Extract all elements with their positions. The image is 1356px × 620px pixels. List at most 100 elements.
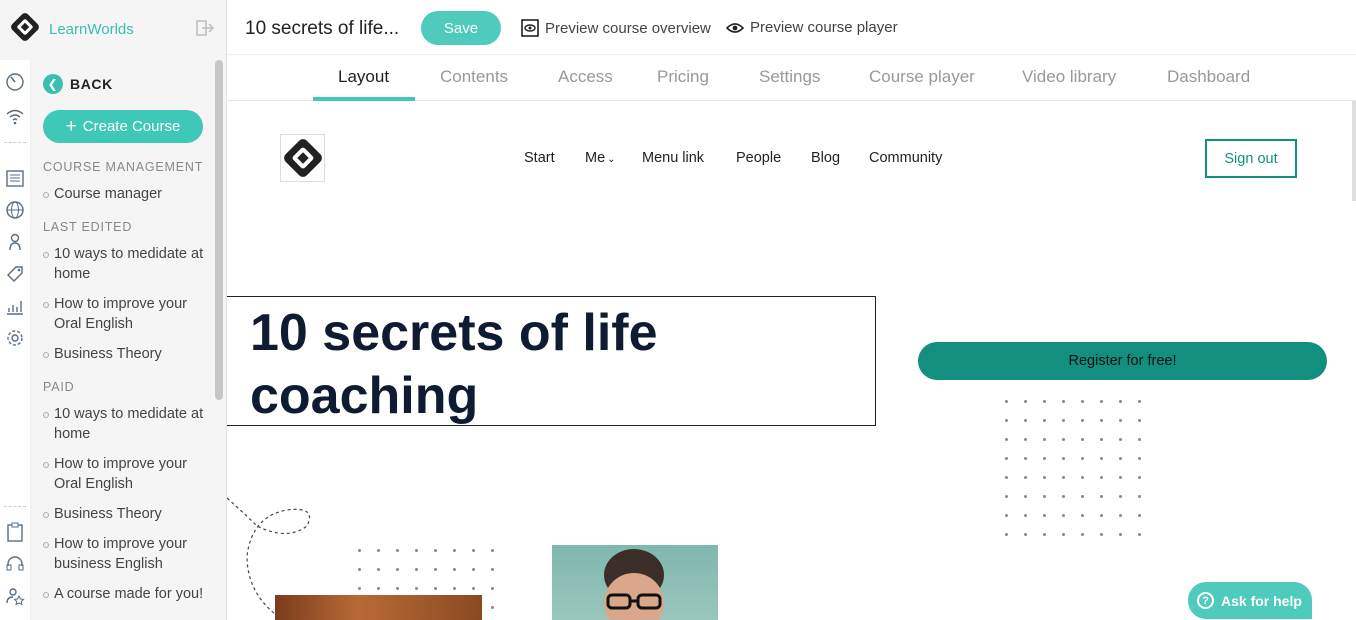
sidebar-item-paid[interactable]: 10 ways to medidate at home [43,404,208,444]
user-icon[interactable] [5,232,25,252]
ask-for-help-label: Ask for help [1221,592,1302,609]
course-title: 10 secrets of life... [245,18,400,39]
sidebar-item-paid[interactable]: Business Theory [43,504,208,524]
decorative-dot [415,587,418,590]
site-logo-icon [283,139,322,177]
tab-bar: Layout Contents Access Pricing Settings … [227,55,1356,101]
decorative-dot [1043,457,1046,460]
site-nav-blog[interactable]: Blog [811,150,840,166]
decorative-dot [1100,457,1103,460]
tab-contents[interactable]: Contents [440,67,508,87]
decorative-dot [434,568,437,571]
register-button[interactable]: Register for free! [918,342,1327,380]
chart-icon[interactable] [5,296,25,316]
layout-preview-canvas[interactable]: Start Me ⌄ Menu link People Blog Communit… [227,101,1356,620]
clipboard-icon[interactable] [5,522,25,542]
decorative-dot [1100,476,1103,479]
globe-icon[interactable] [5,200,25,220]
back-button[interactable]: ❮ BACK [43,74,113,94]
preview-course-overview-link[interactable]: Preview course overview [521,19,711,37]
tag-icon[interactable] [5,264,25,284]
site-nav-menu-link[interactable]: Menu link [642,150,704,166]
tab-pricing[interactable]: Pricing [657,67,709,87]
create-course-label: Create Course [82,118,181,135]
decorative-dot [1138,476,1141,479]
decorative-dot [1062,419,1065,422]
ask-for-help-button[interactable]: ? Ask for help [1188,582,1312,619]
decorative-dot [1081,495,1084,498]
hero-title[interactable]: 10 secrets of life coaching [250,302,870,428]
site-nav-me[interactable]: Me ⌄ [585,150,616,166]
canvas-scrollbar[interactable] [1352,101,1356,201]
back-label: BACK [70,76,113,92]
question-icon: ? [1197,592,1214,609]
section-title-last-edited: LAST EDITED [43,220,133,234]
star-user-icon[interactable] [5,586,25,606]
decorative-dot [1062,476,1065,479]
decorative-dot [1119,514,1122,517]
decorative-dot [358,549,361,552]
decorative-dot [1024,495,1027,498]
sign-out-button[interactable]: Sign out [1205,139,1297,178]
tab-course-player[interactable]: Course player [869,67,975,87]
decorative-dot [1138,514,1141,517]
course-image-man[interactable] [552,545,718,620]
logout-icon[interactable] [196,20,215,41]
decorative-dot [1005,476,1008,479]
top-bar: 10 secrets of life... Save Preview cours… [227,0,1356,55]
decorative-dot [1062,533,1065,536]
gear-icon[interactable] [5,328,25,348]
speedometer-icon[interactable] [5,72,25,92]
decorative-dot [1024,514,1027,517]
learnworlds-logo-icon [11,12,39,46]
tab-video-library[interactable]: Video library [1022,67,1116,87]
decorative-dot [1043,400,1046,403]
create-course-button[interactable]: + Create Course [43,110,203,143]
tab-layout[interactable]: Layout [338,67,389,87]
decorative-dot [453,587,456,590]
decorative-dot [1043,495,1046,498]
preview-course-player-link[interactable]: Preview course player [726,19,898,36]
decorative-dot [453,549,456,552]
decorative-dot [396,587,399,590]
section-title-paid: PAID [43,380,75,394]
sidebar-item-course-manager[interactable]: Course manager [43,184,208,204]
decorative-dot [1043,438,1046,441]
brand-name: LearnWorlds [49,20,134,38]
decorative-dot [1081,476,1084,479]
tab-access[interactable]: Access [558,67,613,87]
decorative-dot [1119,400,1122,403]
tab-dashboard[interactable]: Dashboard [1167,67,1250,87]
site-logo[interactable] [280,134,325,182]
sidebar-item-paid[interactable]: How to improve your Oral English [43,454,208,494]
decorative-dot [1100,533,1103,536]
site-nav-people[interactable]: People [736,150,781,166]
sidebar-scrollbar[interactable] [215,60,223,400]
headset-icon[interactable] [5,554,25,574]
decorative-dot [396,568,399,571]
save-button[interactable]: Save [421,11,501,45]
decorative-dot [1005,514,1008,517]
decorative-dot [415,549,418,552]
man-with-glasses-image [604,549,664,620]
decorative-dot [1005,495,1008,498]
decorative-dot [1005,457,1008,460]
decorative-dot-grid [1005,400,1141,536]
site-nav-start[interactable]: Start [524,150,555,166]
sidebar-item-paid[interactable]: A course made for you! [43,584,208,604]
sidebar-item-paid[interactable]: How to improve your business English [43,534,208,574]
list-icon[interactable] [5,168,25,188]
app-window: LearnWorlds ❮ BACK + Create Course COURS… [0,0,1356,620]
site-nav-community[interactable]: Community [869,150,942,166]
sidebar-item-last-edited[interactable]: How to improve your Oral English [43,294,208,334]
wifi-icon[interactable] [5,106,25,126]
sidebar-item-last-edited[interactable]: Business Theory [43,344,208,364]
course-image-woman[interactable] [275,595,482,620]
sidebar-item-last-edited[interactable]: 10 ways to medidate at home [43,244,208,284]
brand[interactable]: LearnWorlds [0,0,227,58]
decorative-dot [1043,533,1046,536]
decorative-dot [491,549,494,552]
decorative-dot [377,549,380,552]
decorative-dot [1138,495,1141,498]
tab-settings[interactable]: Settings [759,67,820,87]
